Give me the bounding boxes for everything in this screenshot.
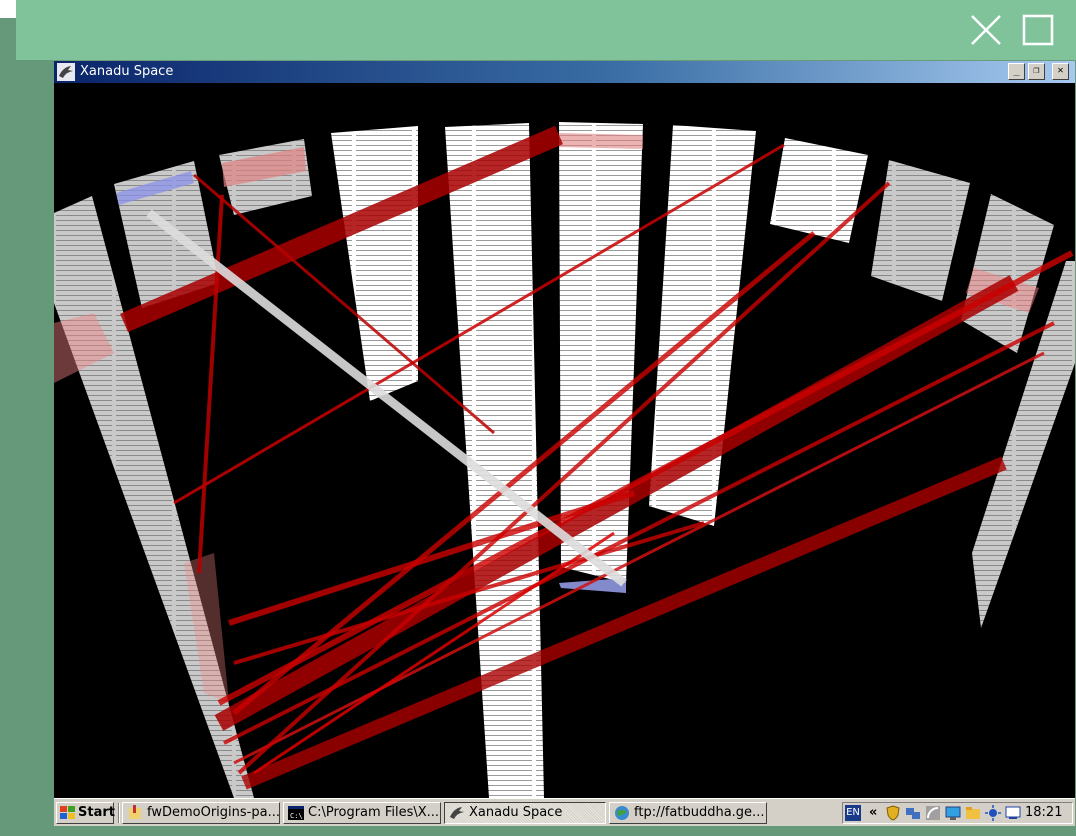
security-shield-icon[interactable] xyxy=(885,805,901,821)
language-indicator[interactable]: EN xyxy=(845,805,861,821)
task-cmd[interactable]: C:\ C:\Program Files\X... xyxy=(283,802,441,824)
window-close-button[interactable]: ✕ xyxy=(1052,63,1069,80)
outer-frame-notch xyxy=(0,0,16,18)
xanadu-app-icon xyxy=(450,807,464,819)
task-fwdemoorigins[interactable]: fwDemoOrigins-pa... xyxy=(122,802,280,824)
ftp-globe-icon xyxy=(615,806,629,820)
task-xanadu-space[interactable]: Xanadu Space xyxy=(444,802,606,824)
system-tray: EN « 18:21 xyxy=(842,802,1073,824)
start-button[interactable]: Start xyxy=(56,802,115,824)
task-label: Xanadu Space xyxy=(469,805,563,820)
minimize-button[interactable]: _ xyxy=(1008,63,1025,80)
network-icon[interactable] xyxy=(905,805,921,821)
clock[interactable]: 18:21 xyxy=(1025,803,1062,823)
document-panel[interactable] xyxy=(770,138,868,243)
console-icon: C:\ xyxy=(288,806,304,820)
taskbar-separator xyxy=(118,803,120,823)
folder-icon[interactable] xyxy=(965,805,981,821)
paint-icon xyxy=(129,805,141,819)
link-line[interactable] xyxy=(217,250,1074,706)
svg-text:C:\: C:\ xyxy=(290,812,303,820)
task-label: ftp://fatbuddha.ge... xyxy=(634,805,765,820)
windows-flag-icon xyxy=(60,806,75,819)
outer-frame-bottom xyxy=(54,826,1076,836)
start-label: Start xyxy=(78,805,115,820)
link-line[interactable] xyxy=(233,351,1045,765)
task-label: C:\Program Files\X... xyxy=(308,805,440,820)
window-titlebar[interactable]: Xanadu Space _ ❐ ✕ xyxy=(54,61,1075,83)
display-icon[interactable] xyxy=(945,805,961,821)
xanadu-window: Xanadu Space _ ❐ ✕ xyxy=(54,61,1075,798)
xanadu-app-icon xyxy=(57,63,75,81)
task-ftp[interactable]: ftp://fatbuddha.ge... xyxy=(609,802,767,824)
document-panel[interactable] xyxy=(871,160,970,301)
tray-expand-chevron[interactable]: « xyxy=(869,803,877,823)
task-label: fwDemoOrigins-pa... xyxy=(147,805,280,820)
feed-icon[interactable] xyxy=(925,805,941,821)
restore-button[interactable]: ❐ xyxy=(1028,63,1045,80)
monitor-icon[interactable] xyxy=(1005,805,1021,821)
sun-icon[interactable] xyxy=(985,805,1001,821)
xanadu-3d-canvas[interactable] xyxy=(54,83,1075,798)
close-icon[interactable] xyxy=(968,12,1004,48)
outer-frame-left xyxy=(0,0,54,836)
link-line[interactable] xyxy=(223,321,1055,745)
link-highlight xyxy=(559,133,643,149)
window-title: Xanadu Space xyxy=(80,64,174,79)
taskbar: Start fwDemoOrigins-pa... C:\ C:\Program… xyxy=(54,798,1075,826)
maximize-icon[interactable] xyxy=(1022,14,1054,46)
outer-frame-top xyxy=(16,0,1076,60)
